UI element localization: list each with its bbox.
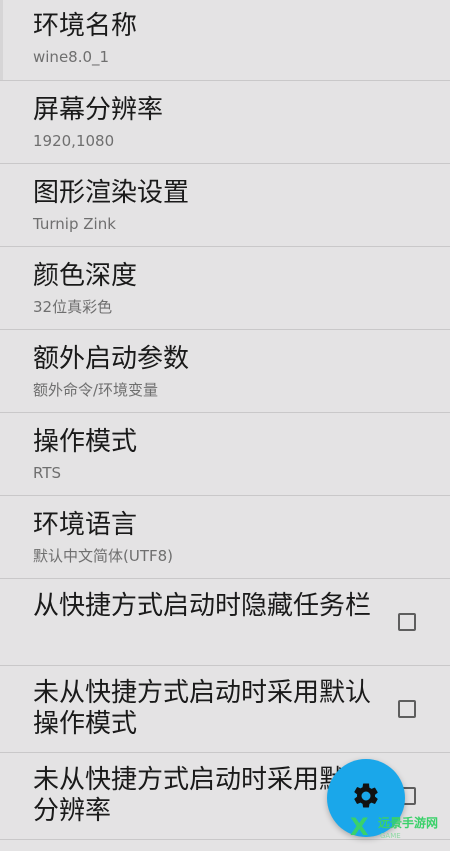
setting-value: 1920,1080 [33,132,115,150]
settings-list: 环境名称 wine8.0_1 屏幕分辨率 1920,1080 图形渲染设置 Tu… [0,0,450,851]
setting-value: wine8.0_1 [33,48,110,66]
setting-value: 32位真彩色 [33,298,113,316]
setting-title: 额外启动参数 [33,344,190,374]
setting-value: Turnip Zink [33,215,116,233]
watermark-x-icon: X [350,813,369,841]
setting-env-name[interactable]: 环境名称 wine8.0_1 [0,0,450,81]
setting-title: 从快捷方式启动时隐藏任务栏 [33,591,372,621]
watermark-logo: X 远景手游网 GAME [350,812,446,846]
setting-screen-resolution[interactable]: 屏幕分辨率 1920,1080 [0,81,450,164]
setting-env-language[interactable]: 环境语言 默认中文简体(UTF8) [0,496,450,579]
default-operation-mode-checkbox[interactable] [398,700,416,718]
watermark-subtext: GAME [380,832,401,840]
setting-default-operation-mode[interactable]: 未从快捷方式启动时采用默认操作模式 [0,666,450,753]
setting-title: 颜色深度 [33,261,138,291]
setting-value: RTS [33,464,62,482]
setting-value: 默认中文简体(UTF8) [33,547,174,565]
setting-extra-launch-args[interactable]: 额外启动参数 额外命令/环境变量 [0,330,450,413]
setting-title: 操作模式 [33,427,138,457]
setting-color-depth[interactable]: 颜色深度 32位真彩色 [0,247,450,330]
setting-value: 额外命令/环境变量 [33,381,159,399]
setting-graphics-render[interactable]: 图形渲染设置 Turnip Zink [0,164,450,247]
hide-taskbar-checkbox[interactable] [398,613,416,631]
setting-title: 未从快捷方式启动时采用默认操作模式 [33,678,372,739]
setting-operation-mode[interactable]: 操作模式 RTS [0,413,450,496]
gear-icon [354,783,378,808]
setting-title: 环境语言 [33,510,138,540]
setting-hide-taskbar[interactable]: 从快捷方式启动时隐藏任务栏 [0,579,450,666]
watermark-text: 远景手游网 [378,816,439,830]
setting-title: 环境名称 [33,11,138,41]
setting-title: 屏幕分辨率 [33,95,164,125]
setting-title: 图形渲染设置 [33,178,190,208]
